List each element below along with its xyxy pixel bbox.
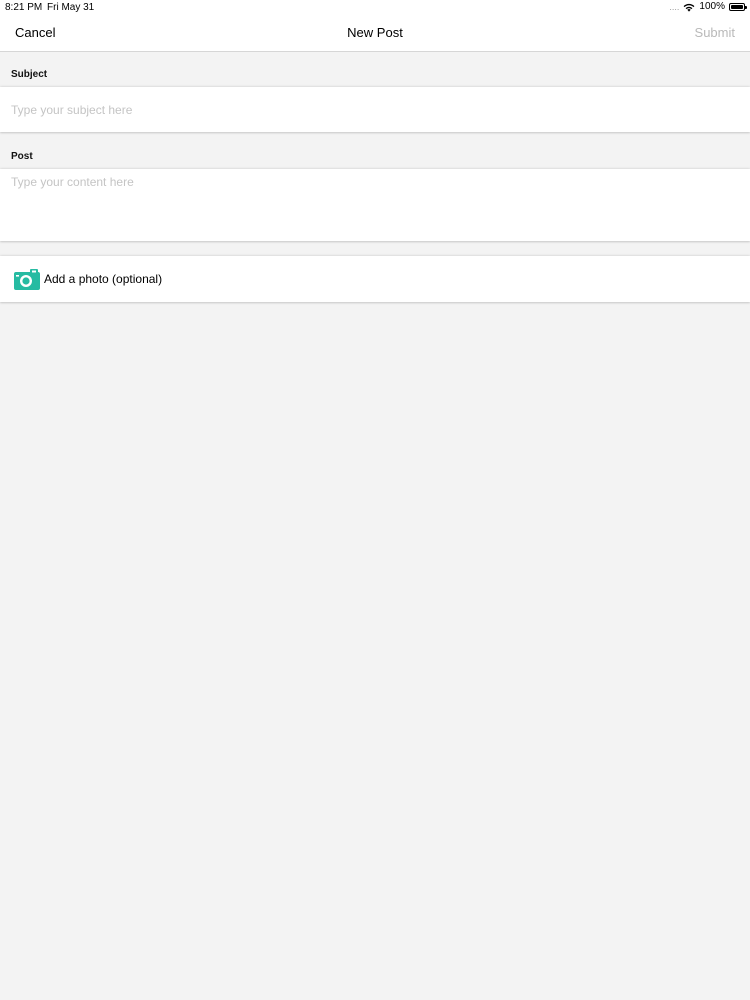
subject-field-container (0, 87, 750, 132)
post-label: Post (11, 151, 33, 162)
battery-fill (731, 5, 743, 9)
camera-icon (14, 268, 40, 290)
page-title: New Post (347, 25, 403, 40)
add-photo-label: Add a photo (optional) (44, 272, 163, 286)
battery-icon (729, 3, 747, 11)
wifi-icon (683, 3, 695, 12)
status-time: 8:21 PM (5, 2, 43, 13)
add-photo-button[interactable]: Add a photo (optional) (0, 256, 750, 302)
subject-input[interactable] (11, 102, 739, 118)
status-indicators: .... 100% (669, 1, 747, 13)
post-content-input[interactable] (11, 175, 739, 235)
nav-bar: Cancel New Post Submit (0, 14, 750, 52)
status-bar: 8:21 PM Fri May 31 .... 100% (0, 0, 750, 14)
battery-percent: 100% (699, 1, 725, 12)
status-date: Fri May 31 (47, 2, 95, 13)
signal-icon: .... (669, 2, 680, 12)
subject-label: Subject (11, 69, 48, 80)
submit-button[interactable]: Submit (695, 25, 735, 40)
post-field-container (0, 169, 750, 241)
